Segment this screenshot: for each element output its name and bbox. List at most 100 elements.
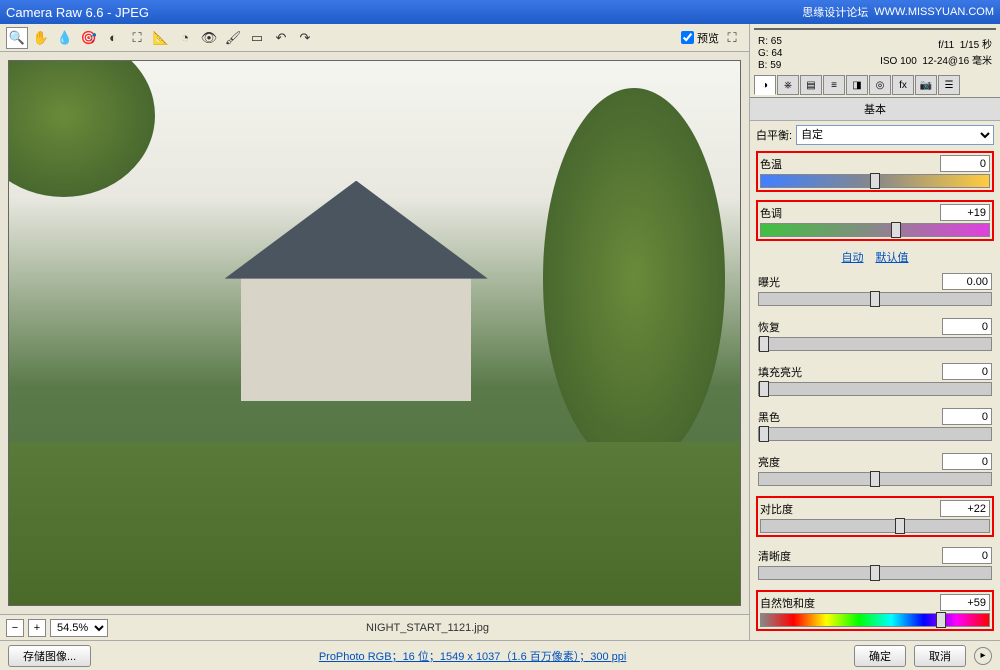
crop-tool[interactable]: ⛶ xyxy=(126,27,148,49)
zoom-tool[interactable]: 🔍 xyxy=(6,27,28,49)
tab-presets[interactable]: ☰ xyxy=(938,75,960,95)
auto-link[interactable]: 自动 xyxy=(842,249,864,265)
zoom-in-button[interactable]: + xyxy=(28,619,46,637)
slider-recovery: 恢复 xyxy=(756,316,994,353)
slider-saturation: 饱和度 xyxy=(756,639,994,640)
slider-value-black[interactable] xyxy=(942,408,992,425)
right-panel: R: 65 G: 64 B: 59 f/11 1/15 秒 ISO 100 12… xyxy=(750,24,1000,640)
save-button[interactable]: 存储图像... xyxy=(8,645,91,667)
slider-value-temp[interactable] xyxy=(940,155,990,172)
watermark-url: WWW.MISSYUAN.COM xyxy=(874,6,994,18)
slider-temp: 色温 xyxy=(756,151,994,192)
preview-label: 预览 xyxy=(697,30,719,46)
slider-exposure: 曝光 xyxy=(756,271,994,308)
tab-detail[interactable]: ▤ xyxy=(800,75,822,95)
wb-label: 白平衡: xyxy=(756,127,792,143)
slider-label-temp: 色温 xyxy=(760,156,782,172)
tab-camera[interactable]: 📷 xyxy=(915,75,937,95)
slider-thumb-vibrance[interactable] xyxy=(936,612,946,628)
color-sampler-tool[interactable]: 🎯 xyxy=(78,27,100,49)
slider-value-fill[interactable] xyxy=(942,363,992,380)
panel-tabs: ◑ ⎈ ▤ ≡ ◨ ◎ fx 📷 ☰ xyxy=(750,73,1000,98)
slider-track-vibrance[interactable] xyxy=(760,613,990,627)
tab-hsl[interactable]: ≡ xyxy=(823,75,845,95)
panel-title: 基本 xyxy=(750,98,1000,121)
default-link[interactable]: 默认值 xyxy=(876,249,909,265)
slider-value-vibrance[interactable] xyxy=(940,594,990,611)
slider-label-black: 黑色 xyxy=(758,409,780,425)
slider-thumb-tint[interactable] xyxy=(891,222,901,238)
slider-thumb-contrast[interactable] xyxy=(895,518,905,534)
slider-brightness: 亮度 xyxy=(756,451,994,488)
slider-value-clarity[interactable] xyxy=(942,547,992,564)
wb-select[interactable]: 自定 xyxy=(796,125,994,145)
target-adjust-tool[interactable]: ◐ xyxy=(102,27,124,49)
slider-track-exposure[interactable] xyxy=(758,292,992,306)
tab-basic[interactable]: ◑ xyxy=(754,75,776,95)
app-title: Camera Raw 6.6 - JPEG xyxy=(6,5,149,20)
slider-label-brightness: 亮度 xyxy=(758,454,780,470)
slider-thumb-temp[interactable] xyxy=(870,173,880,189)
white-balance-tool[interactable]: 💧 xyxy=(54,27,76,49)
slider-value-tint[interactable] xyxy=(940,204,990,221)
slider-track-tint[interactable] xyxy=(760,223,990,237)
straighten-tool[interactable]: 📐 xyxy=(150,27,172,49)
slider-value-brightness[interactable] xyxy=(942,453,992,470)
menu-icon[interactable]: ▸ xyxy=(974,647,992,665)
zoom-out-button[interactable]: − xyxy=(6,619,24,637)
filename-label: NIGHT_START_1121.jpg xyxy=(366,622,489,634)
slider-clarity: 清晰度 xyxy=(756,545,994,582)
slider-label-recovery: 恢复 xyxy=(758,319,780,335)
slider-contrast: 对比度 xyxy=(756,496,994,537)
metadata-link[interactable]: ProPhoto RGB；16 位；1549 x 1037（1.6 百万像素）；… xyxy=(319,648,627,664)
tab-fx[interactable]: fx xyxy=(892,75,914,95)
slider-thumb-black[interactable] xyxy=(759,426,769,442)
slider-track-fill[interactable] xyxy=(758,382,992,396)
slider-label-exposure: 曝光 xyxy=(758,274,780,290)
slider-value-recovery[interactable] xyxy=(942,318,992,335)
spot-removal-tool[interactable]: ◔ xyxy=(174,27,196,49)
histogram[interactable] xyxy=(754,28,996,30)
slider-thumb-clarity[interactable] xyxy=(870,565,880,581)
slider-value-contrast[interactable] xyxy=(940,500,990,517)
rotate-cw-tool[interactable]: ↷ xyxy=(294,27,316,49)
rotate-ccw-tool[interactable]: ↶ xyxy=(270,27,292,49)
redeye-tool[interactable]: 👁 xyxy=(198,27,220,49)
adjustment-brush-tool[interactable]: 🖌 xyxy=(222,27,244,49)
slider-label-tint: 色调 xyxy=(760,205,782,221)
preview-checkbox[interactable] xyxy=(681,31,694,44)
tab-split[interactable]: ◨ xyxy=(846,75,868,95)
ok-button[interactable]: 确定 xyxy=(854,645,906,667)
slider-label-fill: 填充亮光 xyxy=(758,364,802,380)
zoom-select[interactable]: 54.5% xyxy=(50,619,108,637)
slider-label-contrast: 对比度 xyxy=(760,501,793,517)
tab-lens[interactable]: ◎ xyxy=(869,75,891,95)
slider-track-clarity[interactable] xyxy=(758,566,992,580)
slider-label-clarity: 清晰度 xyxy=(758,548,791,564)
footer: 存储图像... ProPhoto RGB；16 位；1549 x 1037（1.… xyxy=(0,640,1000,670)
zoom-bar: − + 54.5% NIGHT_START_1121.jpg xyxy=(0,614,749,640)
slider-thumb-exposure[interactable] xyxy=(870,291,880,307)
image-canvas[interactable] xyxy=(8,60,741,606)
slider-track-black[interactable] xyxy=(758,427,992,441)
cancel-button[interactable]: 取消 xyxy=(914,645,966,667)
slider-track-brightness[interactable] xyxy=(758,472,992,486)
titlebar: Camera Raw 6.6 - JPEG 思缘设计论坛 WWW.MISSYUA… xyxy=(0,0,1000,24)
slider-thumb-recovery[interactable] xyxy=(759,336,769,352)
slider-vibrance: 自然饱和度 xyxy=(756,590,994,631)
image-area xyxy=(0,52,749,614)
slider-value-exposure[interactable] xyxy=(942,273,992,290)
hand-tool[interactable]: ✋ xyxy=(30,27,52,49)
graduated-filter-tool[interactable]: ▭ xyxy=(246,27,268,49)
slider-label-vibrance: 自然饱和度 xyxy=(760,595,815,611)
slider-thumb-fill[interactable] xyxy=(759,381,769,397)
slider-fill: 填充亮光 xyxy=(756,361,994,398)
slider-track-contrast[interactable] xyxy=(760,519,990,533)
slider-track-temp[interactable] xyxy=(760,174,990,188)
slider-thumb-brightness[interactable] xyxy=(870,471,880,487)
tab-curve[interactable]: ⎈ xyxy=(777,75,799,95)
fullscreen-toggle[interactable]: ⛶ xyxy=(721,27,743,49)
slider-track-recovery[interactable] xyxy=(758,337,992,351)
toolbar: 🔍 ✋ 💧 🎯 ◐ ⛶ 📐 ◔ 👁 🖌 ▭ ↶ ↷ 预览 ⛶ xyxy=(0,24,749,52)
slider-black: 黑色 xyxy=(756,406,994,443)
